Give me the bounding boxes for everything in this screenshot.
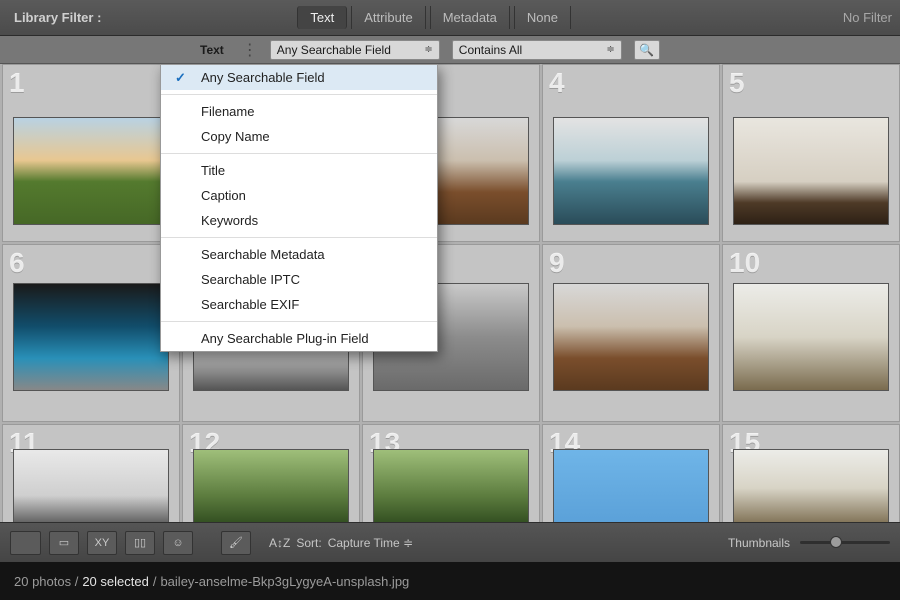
- thumbnails-label: Thumbnails: [728, 536, 790, 550]
- sort-label: Sort:: [296, 536, 321, 550]
- separator-icon: ⋮: [242, 40, 258, 60]
- grid-cell[interactable]: 13: [362, 424, 540, 522]
- grid-cell[interactable]: 11: [2, 424, 180, 522]
- grid-cell[interactable]: 4: [542, 64, 720, 242]
- tab-text[interactable]: Text: [297, 6, 347, 29]
- dropdown-separator: [161, 153, 437, 154]
- dropdown-item-searchable-iptc[interactable]: Searchable IPTC: [161, 267, 437, 292]
- dropdown-separator: [161, 321, 437, 322]
- thumbnail-size-slider[interactable]: [800, 541, 890, 544]
- tab-none[interactable]: None: [514, 6, 571, 29]
- subbar-label: Text: [200, 43, 224, 57]
- dropdown-item-any-searchable-field[interactable]: Any Searchable Field: [161, 65, 437, 90]
- sort-direction-icon[interactable]: A↕Z: [269, 536, 290, 550]
- thumbnail[interactable]: [553, 283, 709, 391]
- cell-index: 6: [9, 247, 25, 279]
- search-rule-value: Contains All: [459, 43, 522, 57]
- search-rule-combo[interactable]: Contains All ≑: [452, 40, 622, 60]
- thumbnail[interactable]: [193, 449, 349, 522]
- status-filename: bailey-anselme-Bkp3gLygyeA-unsplash.jpg: [160, 574, 409, 589]
- dropdown-separator: [161, 94, 437, 95]
- cell-index: 10: [729, 247, 760, 279]
- dropdown-item-searchable-exif[interactable]: Searchable EXIF: [161, 292, 437, 317]
- filter-tabs: Text Attribute Metadata None: [295, 6, 573, 29]
- slider-knob[interactable]: [830, 536, 842, 548]
- grid-cell[interactable]: 1: [2, 64, 180, 242]
- status-bar: 20 photos / 20 selected / bailey-anselme…: [0, 562, 900, 600]
- grid-cell[interactable]: 5: [722, 64, 900, 242]
- dropdown-item-keywords[interactable]: Keywords: [161, 208, 437, 233]
- status-separator: /: [153, 574, 157, 589]
- chevron-updown-icon: ≑: [403, 536, 413, 550]
- thumbnail[interactable]: [13, 117, 169, 225]
- grid-cell[interactable]: 10: [722, 244, 900, 422]
- grid-cell[interactable]: 15: [722, 424, 900, 522]
- status-selected-count: 20 selected: [82, 574, 149, 589]
- grid-cell[interactable]: 14: [542, 424, 720, 522]
- grid-cell[interactable]: 9: [542, 244, 720, 422]
- dropdown-item-title[interactable]: Title: [161, 158, 437, 183]
- sort-field-value: Capture Time: [328, 536, 400, 550]
- thumbnail-grid: 1 4 5 6 9: [0, 64, 900, 522]
- compare-view-button[interactable]: XY: [87, 531, 117, 555]
- search-icon-button[interactable]: 🔍: [634, 40, 660, 60]
- grid-cell[interactable]: 12: [182, 424, 360, 522]
- thumbnail-grid-pane: 1 4 5 6 9: [0, 64, 900, 522]
- cell-index: 1: [9, 67, 25, 99]
- library-filter-title: Library Filter :: [0, 10, 115, 25]
- thumbnail[interactable]: [733, 283, 889, 391]
- search-field-value: Any Searchable Field: [277, 43, 391, 57]
- cell-index: 4: [549, 67, 565, 99]
- dropdown-item-searchable-metadata[interactable]: Searchable Metadata: [161, 242, 437, 267]
- thumbnail[interactable]: [733, 117, 889, 225]
- grid-view-button[interactable]: [10, 531, 41, 555]
- dropdown-separator: [161, 237, 437, 238]
- chevron-updown-icon: ≑: [606, 44, 614, 55]
- search-field-dropdown[interactable]: Any Searchable Field Filename Copy Name …: [160, 64, 438, 352]
- text-filter-subbar: Text ⋮ Any Searchable Field ≑ Contains A…: [0, 36, 900, 64]
- thumbnail[interactable]: [553, 117, 709, 225]
- thumbnail[interactable]: [13, 283, 169, 391]
- thumbnail[interactable]: [373, 449, 529, 522]
- loupe-view-button[interactable]: ▭: [49, 531, 79, 555]
- painter-tool-button[interactable]: 🖌: [221, 531, 251, 555]
- dropdown-item-filename[interactable]: Filename: [161, 99, 437, 124]
- grid-toolbar: ▭ XY ▯▯ ☺ 🖌 A↕Z Sort: Capture Time ≑ Thu…: [0, 522, 900, 562]
- cell-index: 9: [549, 247, 565, 279]
- sort-field-combo[interactable]: Capture Time ≑: [328, 536, 413, 550]
- thumbnail[interactable]: [733, 449, 889, 522]
- thumbnail[interactable]: [553, 449, 709, 522]
- dropdown-item-caption[interactable]: Caption: [161, 183, 437, 208]
- thumbnail[interactable]: [13, 449, 169, 522]
- dropdown-item-copy-name[interactable]: Copy Name: [161, 124, 437, 149]
- cell-index: 5: [729, 67, 745, 99]
- no-filter-preset[interactable]: No Filter: [843, 10, 900, 25]
- search-field-combo[interactable]: Any Searchable Field ≑: [270, 40, 440, 60]
- status-photo-count: 20 photos /: [14, 574, 78, 589]
- grid-cell[interactable]: 6: [2, 244, 180, 422]
- people-view-button[interactable]: ☺: [163, 531, 193, 555]
- dropdown-item-any-plugin-field[interactable]: Any Searchable Plug-in Field: [161, 326, 437, 351]
- library-filter-bar: Library Filter : Text Attribute Metadata…: [0, 0, 900, 36]
- tab-attribute[interactable]: Attribute: [351, 6, 425, 29]
- survey-view-button[interactable]: ▯▯: [125, 531, 155, 555]
- search-icon: 🔍: [639, 43, 654, 57]
- tab-metadata[interactable]: Metadata: [430, 6, 510, 29]
- chevron-updown-icon: ≑: [424, 44, 432, 55]
